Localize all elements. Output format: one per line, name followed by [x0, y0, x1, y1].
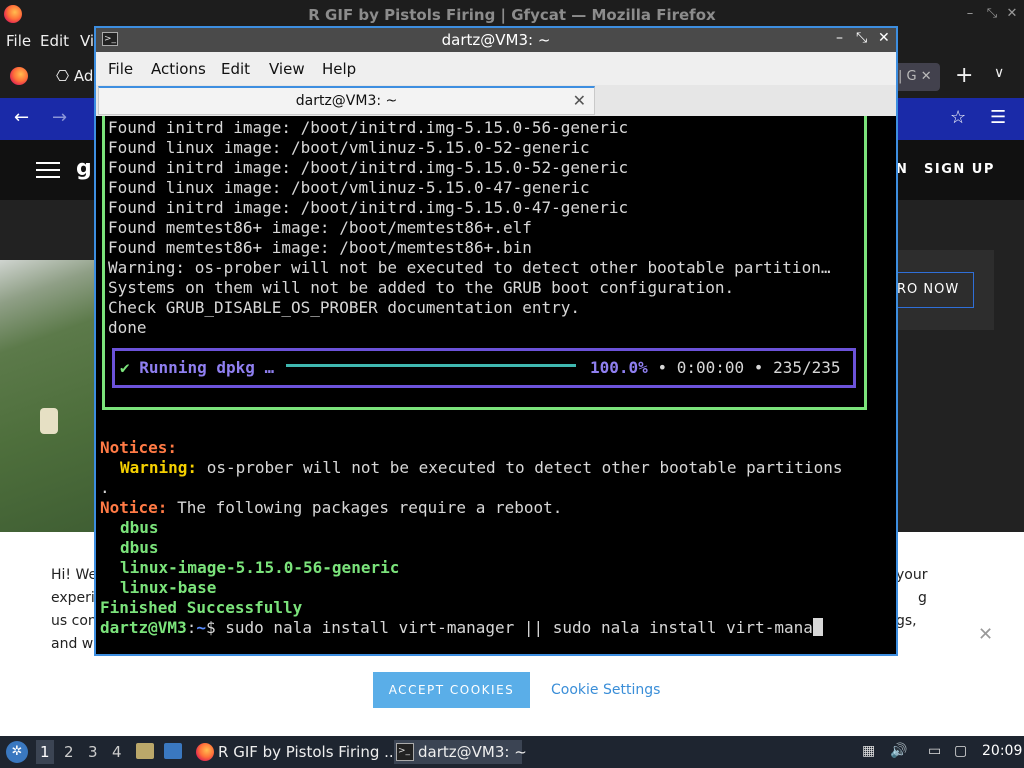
warning-line: Warning: os-prober will not be executed … — [120, 458, 843, 477]
workspace-4[interactable]: 4 — [112, 743, 122, 761]
progress-count: 235/235 — [773, 358, 841, 377]
addon-button[interactable]: ⎔ Ad — [56, 67, 93, 85]
clipboard-icon[interactable]: ▦ — [862, 743, 875, 759]
taskbar: ✲ 1 2 3 4 R GIF by Pistols Firing ... >_… — [0, 736, 1024, 768]
close-icon[interactable]: ✕ — [878, 30, 890, 46]
output-line: Check GRUB_DISABLE_OS_PROBER documentati… — [108, 298, 581, 317]
network-icon[interactable]: ▭ — [928, 743, 941, 759]
output-line: Found linux image: /boot/vmlinuz-5.15.0-… — [108, 138, 590, 157]
progress-stats: 100.0% • 0:00:00 • 235/235 — [590, 358, 841, 377]
output-line: Found memtest86+ image: /boot/memtest86+… — [108, 218, 532, 237]
text-cursor — [812, 618, 823, 636]
file-manager-icon[interactable] — [136, 743, 154, 759]
progress-line: ✔ Running dpkg … — [120, 358, 274, 378]
start-menu-icon[interactable]: ✲ — [6, 741, 28, 763]
terminal-tab[interactable]: dartz@VM3: ~ ✕ — [98, 86, 595, 115]
bookmark-star-icon[interactable]: ☆ — [950, 107, 966, 128]
volume-icon[interactable]: 🔊 — [890, 743, 907, 759]
cookie-text-right: your g gs, — [896, 567, 928, 629]
package-item: linux-image-5.15.0-56-generic — [120, 558, 400, 577]
output-line: Systems on them will not be added to the… — [108, 278, 735, 297]
package-item: dbus — [120, 518, 159, 537]
progress-percent: 100.0% — [590, 358, 648, 377]
signup-link[interactable]: SIGN UP — [924, 162, 995, 177]
finished-message: Finished Successfully — [100, 598, 303, 617]
close-icon[interactable]: ✕ — [1002, 4, 1022, 24]
check-icon: ✔ — [120, 358, 130, 377]
progress-label: Running dpkg … — [139, 358, 275, 377]
forward-icon[interactable]: → — [52, 107, 67, 128]
firefox-titlebar: R GIF by Pistols Firing | Gfycat — Mozil… — [0, 0, 1024, 29]
tab-close-icon[interactable]: ✕ — [573, 91, 586, 110]
workspace-3[interactable]: 3 — [88, 743, 98, 761]
back-icon[interactable]: ← — [14, 107, 29, 128]
notes-icon[interactable]: ▢ — [954, 743, 967, 759]
show-desktop-icon[interactable] — [164, 743, 182, 759]
taskbar-terminal[interactable]: >_ dartz@VM3: ~ — [394, 740, 527, 764]
maximize-icon[interactable]: ⤡ — [856, 30, 867, 46]
taskbar-firefox[interactable]: R GIF by Pistols Firing ... — [194, 740, 398, 764]
accept-cookies-button[interactable]: ACCEPT COOKIES — [373, 672, 530, 708]
terminal-output[interactable]: Found initrd image: /boot/initrd.img-5.1… — [96, 116, 896, 654]
menu-view[interactable]: View — [269, 60, 305, 78]
terminal-icon: >_ — [396, 743, 414, 761]
command-text: sudo nala install virt-manager || sudo n… — [215, 618, 813, 637]
firefox-icon — [196, 743, 214, 761]
terminal-tab-label: dartz@VM3: ~ — [295, 93, 398, 109]
command-prompt[interactable]: dartz@VM3:~$ sudo nala install virt-mana… — [100, 618, 823, 638]
warning-tail: . — [100, 478, 110, 497]
menu-edit[interactable]: Edit — [40, 32, 69, 50]
output-line: Found memtest86+ image: /boot/memtest86+… — [108, 238, 532, 257]
output-line: Found linux image: /boot/vmlinuz-5.15.0-… — [108, 178, 590, 197]
output-line: Found initrd image: /boot/initrd.img-5.1… — [108, 158, 629, 177]
go-pro-button[interactable]: RO NOW — [896, 272, 974, 308]
output-line: done — [108, 318, 147, 337]
terminal-window-title: dartz@VM3: ~ — [441, 31, 551, 49]
terminal-window: >_ dartz@VM3: ~ – ⤡ ✕ File Actions Edit … — [94, 26, 898, 656]
gfycat-logo[interactable]: g — [76, 156, 92, 181]
menu-view[interactable]: Vi — [80, 32, 94, 50]
hamburger-menu-icon[interactable] — [36, 162, 60, 178]
cookie-close-icon[interactable]: ✕ — [978, 624, 993, 645]
menu-actions[interactable]: Actions — [151, 60, 206, 78]
list-tabs-icon[interactable]: ∨ — [994, 65, 1004, 81]
notice-line: Notice: The following packages require a… — [100, 498, 563, 517]
app-menu-icon[interactable]: ☰ — [990, 107, 1006, 128]
menu-edit[interactable]: Edit — [221, 60, 250, 78]
cookie-settings-link[interactable]: Cookie Settings — [551, 682, 660, 698]
menu-file[interactable]: File — [108, 60, 133, 78]
football-player-figure — [40, 408, 58, 434]
progress-bar — [286, 364, 576, 367]
tab-close-icon[interactable]: ✕ — [921, 69, 932, 84]
workspace-2[interactable]: 2 — [64, 743, 74, 761]
maximize-icon[interactable]: ⤡ — [982, 4, 1002, 24]
browser-tab[interactable]: | G ✕ — [892, 63, 940, 91]
progress-elapsed: 0:00:00 — [676, 358, 745, 377]
new-tab-button[interactable]: + — [955, 63, 973, 88]
terminal-tabbar: dartz@VM3: ~ ✕ — [96, 85, 896, 116]
output-line: Found initrd image: /boot/initrd.img-5.1… — [108, 198, 629, 217]
minimize-icon[interactable]: – — [836, 30, 843, 46]
package-item: dbus — [120, 538, 159, 557]
output-line: Warning: os-prober will not be executed … — [108, 258, 831, 277]
notices-heading: Notices: — [100, 438, 178, 457]
workspace-1[interactable]: 1 — [36, 740, 54, 764]
minimize-icon[interactable]: – — [960, 4, 980, 24]
menu-file[interactable]: File — [6, 32, 31, 50]
output-line: Found initrd image: /boot/initrd.img-5.1… — [108, 118, 629, 137]
terminal-menubar: File Actions Edit View Help — [96, 52, 896, 85]
clock: 20:09 — [982, 743, 1023, 759]
terminal-titlebar: >_ dartz@VM3: ~ – ⤡ ✕ — [96, 28, 896, 52]
menu-help[interactable]: Help — [322, 60, 356, 78]
firefox-window-title: R GIF by Pistols Firing | Gfycat — Mozil… — [308, 6, 716, 24]
package-item: linux-base — [120, 578, 217, 597]
firefox-view-icon[interactable] — [10, 67, 28, 85]
